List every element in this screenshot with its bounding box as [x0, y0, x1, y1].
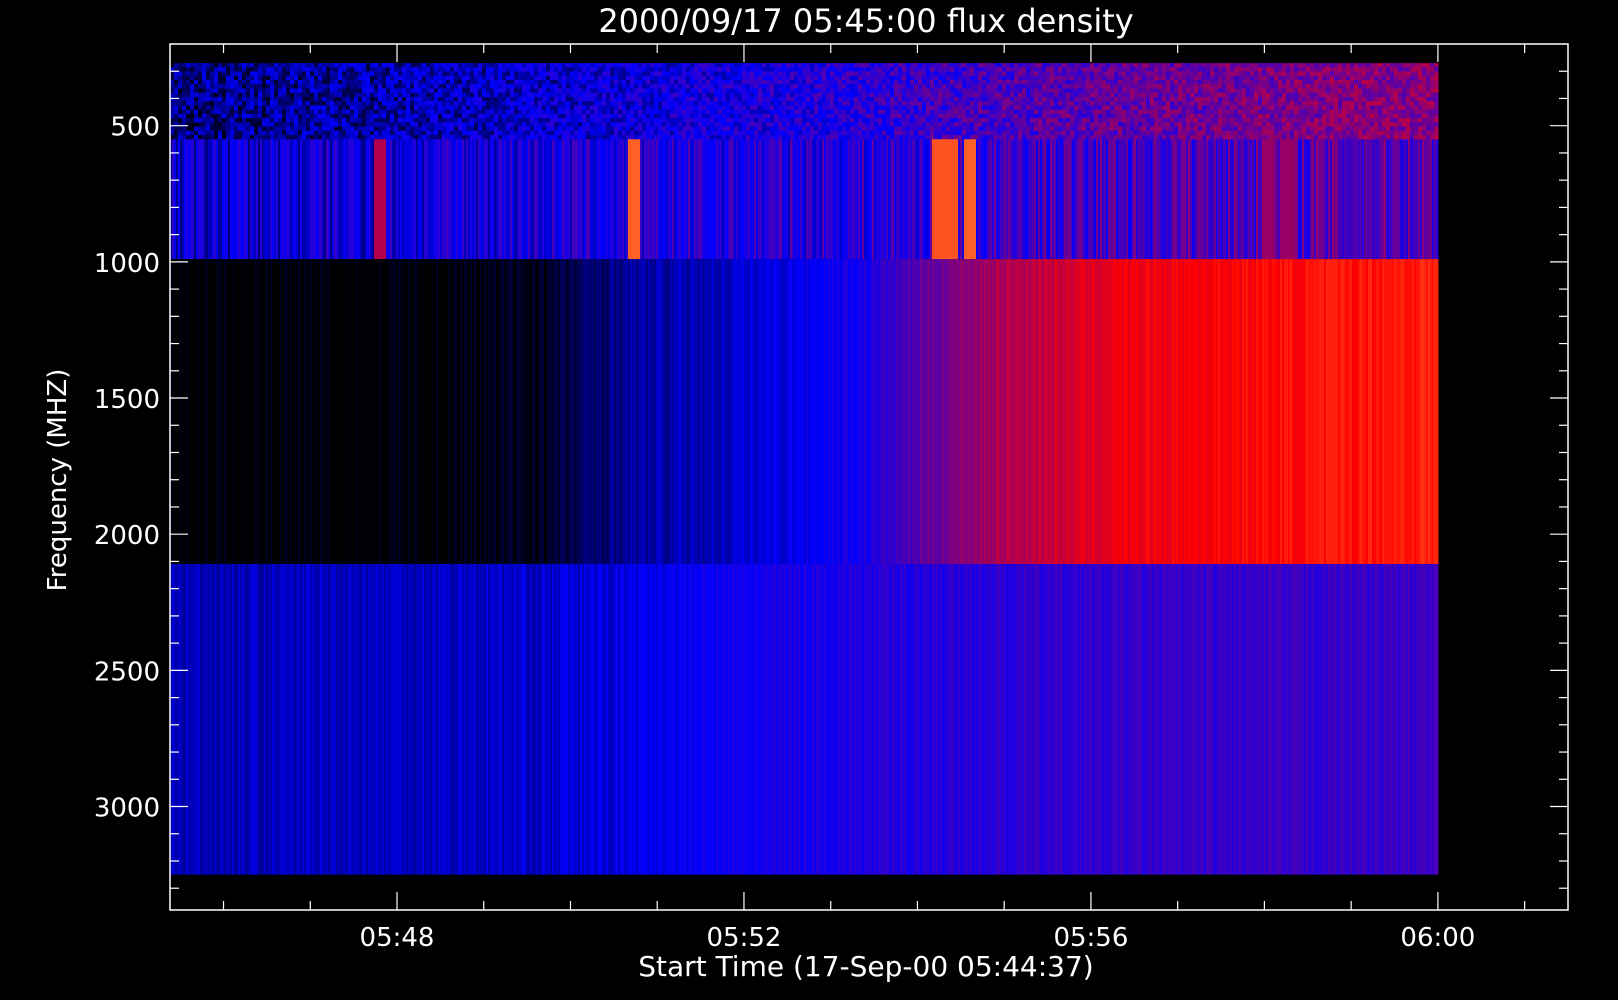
- x-tick-label: 05:48: [360, 923, 435, 953]
- band-550-990: [170, 139, 1439, 260]
- heatmap-area: [170, 63, 1439, 875]
- chart-root: 2000/09/17 05:45:00 flux density 500 1000…: [0, 0, 1618, 1000]
- y-axis-label: Frequency (MHZ): [43, 369, 73, 592]
- y-tick-label: 2500: [94, 657, 160, 687]
- x-axis-label: Start Time (17-Sep-00 05:44:37): [638, 950, 1093, 983]
- y-tick-label: 2000: [94, 521, 160, 551]
- y-tick-label: 1500: [94, 385, 160, 415]
- x-tick-label: 05:56: [1053, 923, 1128, 953]
- band-2110-3250: [170, 564, 1439, 875]
- band-270-550: [170, 63, 1439, 140]
- y-tick-label: 3000: [94, 794, 160, 824]
- chart-title: 2000/09/17 05:45:00 flux density: [598, 2, 1133, 40]
- x-tick-label: 06:00: [1400, 923, 1475, 953]
- x-tick-label: 05:52: [706, 923, 781, 953]
- y-tick-label: 1000: [94, 249, 160, 279]
- y-tick-label: 500: [110, 113, 160, 143]
- band-990-2110: [170, 259, 1439, 565]
- spectrogram-chart: 2000/09/17 05:45:00 flux density 500 1000…: [0, 0, 1618, 1000]
